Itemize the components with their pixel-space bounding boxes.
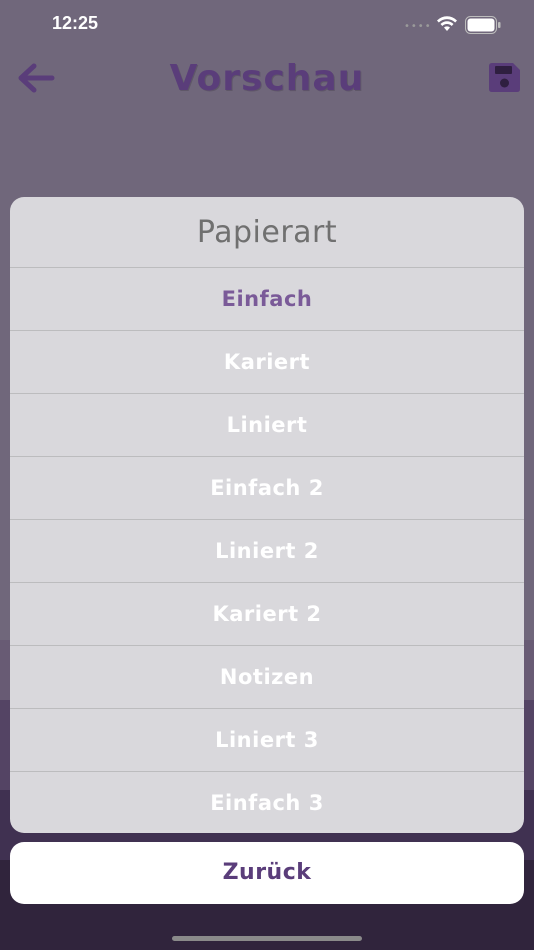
wifi-icon: [437, 16, 457, 31]
home-indicator[interactable]: [172, 936, 362, 941]
save-button[interactable]: [486, 62, 522, 94]
paper-option-einfach[interactable]: Einfach: [10, 268, 524, 331]
floppy-disk-icon: [489, 63, 520, 92]
paper-type-action-sheet: Papierart Einfach Kariert Liniert Einfac…: [10, 197, 524, 833]
paper-option-kariert-2[interactable]: Kariert 2: [10, 583, 524, 646]
paper-option-kariert[interactable]: Kariert: [10, 331, 524, 394]
paper-option-liniert-3[interactable]: Liniert 3: [10, 709, 524, 772]
paper-option-liniert[interactable]: Liniert: [10, 394, 524, 457]
paper-option-notizen[interactable]: Notizen: [10, 646, 524, 709]
page-title: Vorschau: [169, 58, 365, 99]
paper-option-liniert-2[interactable]: Liniert 2: [10, 520, 524, 583]
battery-icon: [465, 16, 501, 34]
cancel-button[interactable]: Zurück: [10, 842, 524, 904]
screen: 12:25 •••• Vorschau Papierart Einfach Ka…: [0, 0, 534, 950]
paper-option-einfach-3[interactable]: Einfach 3: [10, 772, 524, 833]
status-time: 12:25: [52, 13, 99, 33]
paper-option-einfach-2[interactable]: Einfach 2: [10, 457, 524, 520]
action-sheet-title: Papierart: [10, 197, 524, 268]
cellular-signal-icon: ••••: [404, 21, 432, 32]
